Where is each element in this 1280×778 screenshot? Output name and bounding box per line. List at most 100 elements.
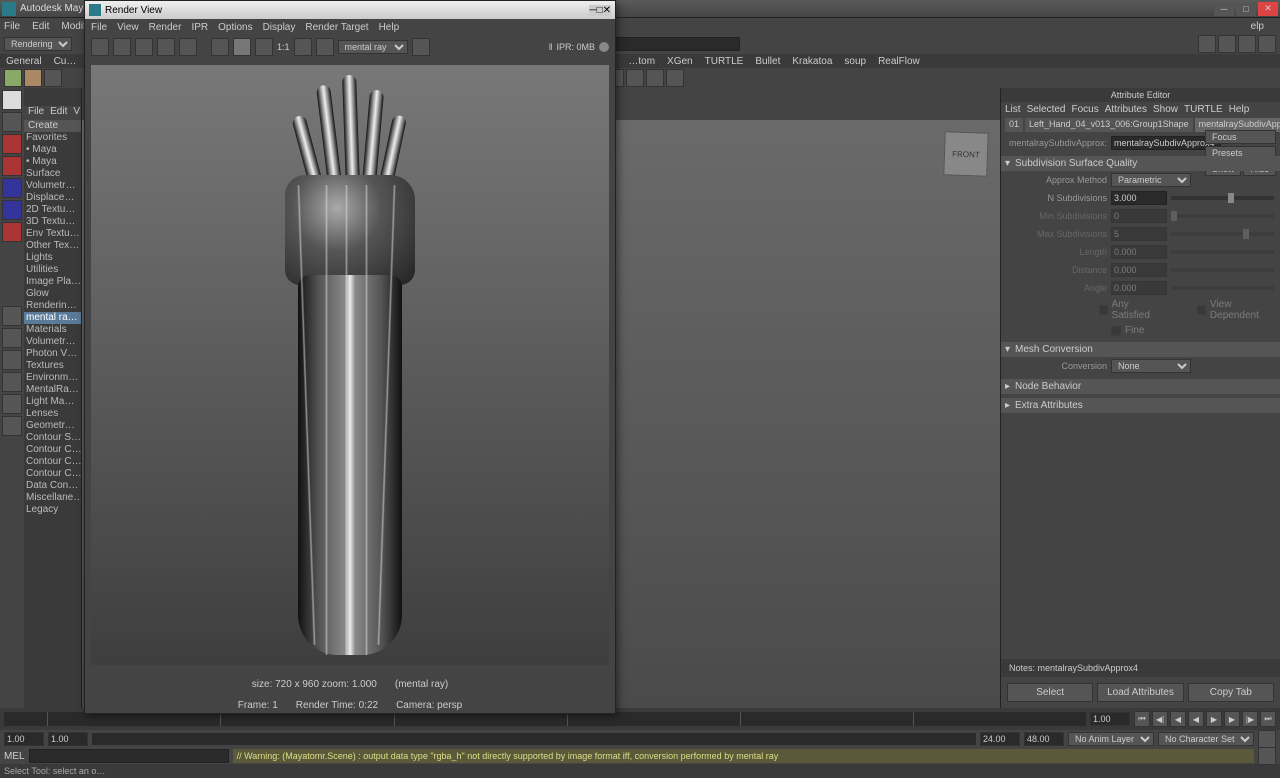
goto-end[interactable]: ⏭ <box>1260 711 1276 727</box>
outliner-item[interactable]: Lenses <box>24 408 81 420</box>
layout-btn1[interactable] <box>1198 35 1216 53</box>
layout-btn3[interactable] <box>1238 35 1256 53</box>
outliner-item[interactable]: Glow <box>24 288 81 300</box>
rv-renderer-select[interactable]: mental ray <box>338 40 408 54</box>
rv-render-canvas[interactable] <box>91 65 609 665</box>
ae-menu-selected[interactable]: Selected <box>1027 104 1066 115</box>
shelf-tab-tom[interactable]: …tom <box>628 56 655 67</box>
rv-redo-render[interactable] <box>91 38 109 56</box>
notes-field[interactable]: Notes: mentalraySubdivApprox4 <box>1001 659 1280 677</box>
rv-keep-image[interactable] <box>294 38 312 56</box>
move-tool[interactable] <box>2 134 22 154</box>
ae-menu-list[interactable]: List <box>1005 104 1021 115</box>
rv-menu-render[interactable]: Render <box>149 22 182 33</box>
ae-tab-shape[interactable]: Left_Hand_04_v013_006:Group1Shape <box>1025 118 1193 132</box>
time-slider-track[interactable] <box>4 712 1086 726</box>
play-forward[interactable]: ▶ <box>1206 711 1222 727</box>
layout-four[interactable] <box>2 328 22 348</box>
render-view-window[interactable]: Render View ─ □ ✕ File View Render IPR O… <box>84 0 616 714</box>
anim-start[interactable] <box>48 732 88 746</box>
ae-menu-show[interactable]: Show <box>1153 104 1178 115</box>
step-forward[interactable]: ▶ <box>1224 711 1240 727</box>
sec-extra-attributes[interactable]: Extra Attributes <box>1001 398 1280 413</box>
rv-refresh[interactable] <box>179 38 197 56</box>
play-back[interactable]: ◀ <box>1188 711 1204 727</box>
outliner-item[interactable]: mental ra… <box>24 312 81 324</box>
outliner-item[interactable]: Env Textu… <box>24 228 81 240</box>
mel-label[interactable]: MEL <box>4 751 25 762</box>
outliner-item[interactable]: Miscellane… <box>24 492 81 504</box>
rv-ipr-render[interactable] <box>157 38 175 56</box>
lasso-tool[interactable] <box>2 112 22 132</box>
conversion-select[interactable]: None <box>1111 359 1191 373</box>
shelf-tab-xgen[interactable]: XGen <box>667 56 693 67</box>
outliner-item[interactable]: Photon V… <box>24 348 81 360</box>
maximize-button[interactable]: □ <box>1236 2 1256 16</box>
layout-btn4[interactable] <box>1258 35 1276 53</box>
outliner-item[interactable]: Favorites <box>24 132 81 144</box>
menu-file[interactable]: File <box>4 21 20 32</box>
sec-mesh-conversion[interactable]: Mesh Conversion <box>1001 342 1280 357</box>
outliner-item[interactable]: 3D Textu… <box>24 216 81 228</box>
outliner-item[interactable]: MentalRa… <box>24 384 81 396</box>
rv-minimize[interactable]: ─ <box>589 5 596 16</box>
range-end[interactable] <box>1024 732 1064 746</box>
sec-node-behavior[interactable]: Node Behavior <box>1001 379 1280 394</box>
menu-help[interactable]: elp <box>1251 21 1264 32</box>
anim-end[interactable] <box>980 732 1020 746</box>
layout-btn2[interactable] <box>1218 35 1236 53</box>
ae-menu-turtle[interactable]: TURTLE <box>1184 104 1223 115</box>
outliner-item[interactable]: Other Tex… <box>24 240 81 252</box>
autokey-toggle[interactable] <box>1258 730 1276 748</box>
shelf-tab-krakatoa[interactable]: Krakatoa <box>792 56 832 67</box>
shelf-tab-soup[interactable]: soup <box>844 56 866 67</box>
shelf-icon[interactable] <box>4 69 22 87</box>
outliner-item[interactable]: • Maya <box>24 144 81 156</box>
outliner-item[interactable]: Image Pla… <box>24 276 81 288</box>
mode-dropdown[interactable]: Rendering <box>4 37 72 51</box>
approx-method-select[interactable]: Parametric <box>1111 173 1191 187</box>
layout-outliner[interactable] <box>2 416 22 436</box>
soft-select[interactable] <box>2 222 22 242</box>
universal-tool[interactable] <box>2 200 22 220</box>
shelf-icon[interactable] <box>24 69 42 87</box>
sec-subdiv-quality[interactable]: Subdivision Surface Quality <box>1001 156 1280 171</box>
focus-button[interactable]: Focus <box>1205 130 1276 144</box>
step-back[interactable]: ◀ <box>1170 711 1186 727</box>
rv-snapshot[interactable] <box>135 38 153 56</box>
minimize-button[interactable]: ─ <box>1214 2 1234 16</box>
character-set-select[interactable]: No Character Set <box>1158 732 1254 746</box>
rotate-tool[interactable] <box>2 156 22 176</box>
scale-tool[interactable] <box>2 178 22 198</box>
range-start[interactable] <box>4 732 44 746</box>
rv-titlebar[interactable]: Render View ─ □ ✕ <box>85 1 615 19</box>
shelf-tab-bullet[interactable]: Bullet <box>755 56 780 67</box>
outliner-item[interactable]: Contour C… <box>24 444 81 456</box>
menu-edit[interactable]: Edit <box>32 21 49 32</box>
rv-close[interactable]: ✕ <box>603 5 611 16</box>
outliner-item[interactable]: Surface <box>24 168 81 180</box>
rv-menu-ipr[interactable]: IPR <box>191 22 208 33</box>
rv-alpha-channel[interactable] <box>255 38 273 56</box>
layout-two-stack[interactable] <box>2 372 22 392</box>
rv-remove-image[interactable] <box>316 38 334 56</box>
outliner-item[interactable]: Legacy <box>24 504 81 516</box>
copy-tab-button[interactable]: Copy Tab <box>1188 683 1274 702</box>
current-time-field[interactable] <box>1090 712 1130 726</box>
script-editor-button[interactable] <box>1258 747 1276 765</box>
rv-menu-display[interactable]: Display <box>263 22 296 33</box>
shelf-tab-realflow[interactable]: RealFlow <box>878 56 920 67</box>
layout-two-side[interactable] <box>2 350 22 370</box>
rv-menu-file[interactable]: File <box>91 22 107 33</box>
step-back-key[interactable]: ◀| <box>1152 711 1168 727</box>
outliner-item[interactable]: Geometr… <box>24 420 81 432</box>
ae-menu-focus[interactable]: Focus <box>1071 104 1098 115</box>
layout-persp[interactable] <box>2 394 22 414</box>
rv-render-region[interactable] <box>113 38 131 56</box>
ae-tab[interactable]: 01 <box>1005 118 1023 132</box>
outliner-item[interactable]: Renderin… <box>24 300 81 312</box>
outliner-item[interactable]: Contour C… <box>24 456 81 468</box>
n-subdiv-field[interactable] <box>1111 191 1167 205</box>
outliner-item[interactable]: Environm… <box>24 372 81 384</box>
outliner-item[interactable]: Volumetr… <box>24 336 81 348</box>
